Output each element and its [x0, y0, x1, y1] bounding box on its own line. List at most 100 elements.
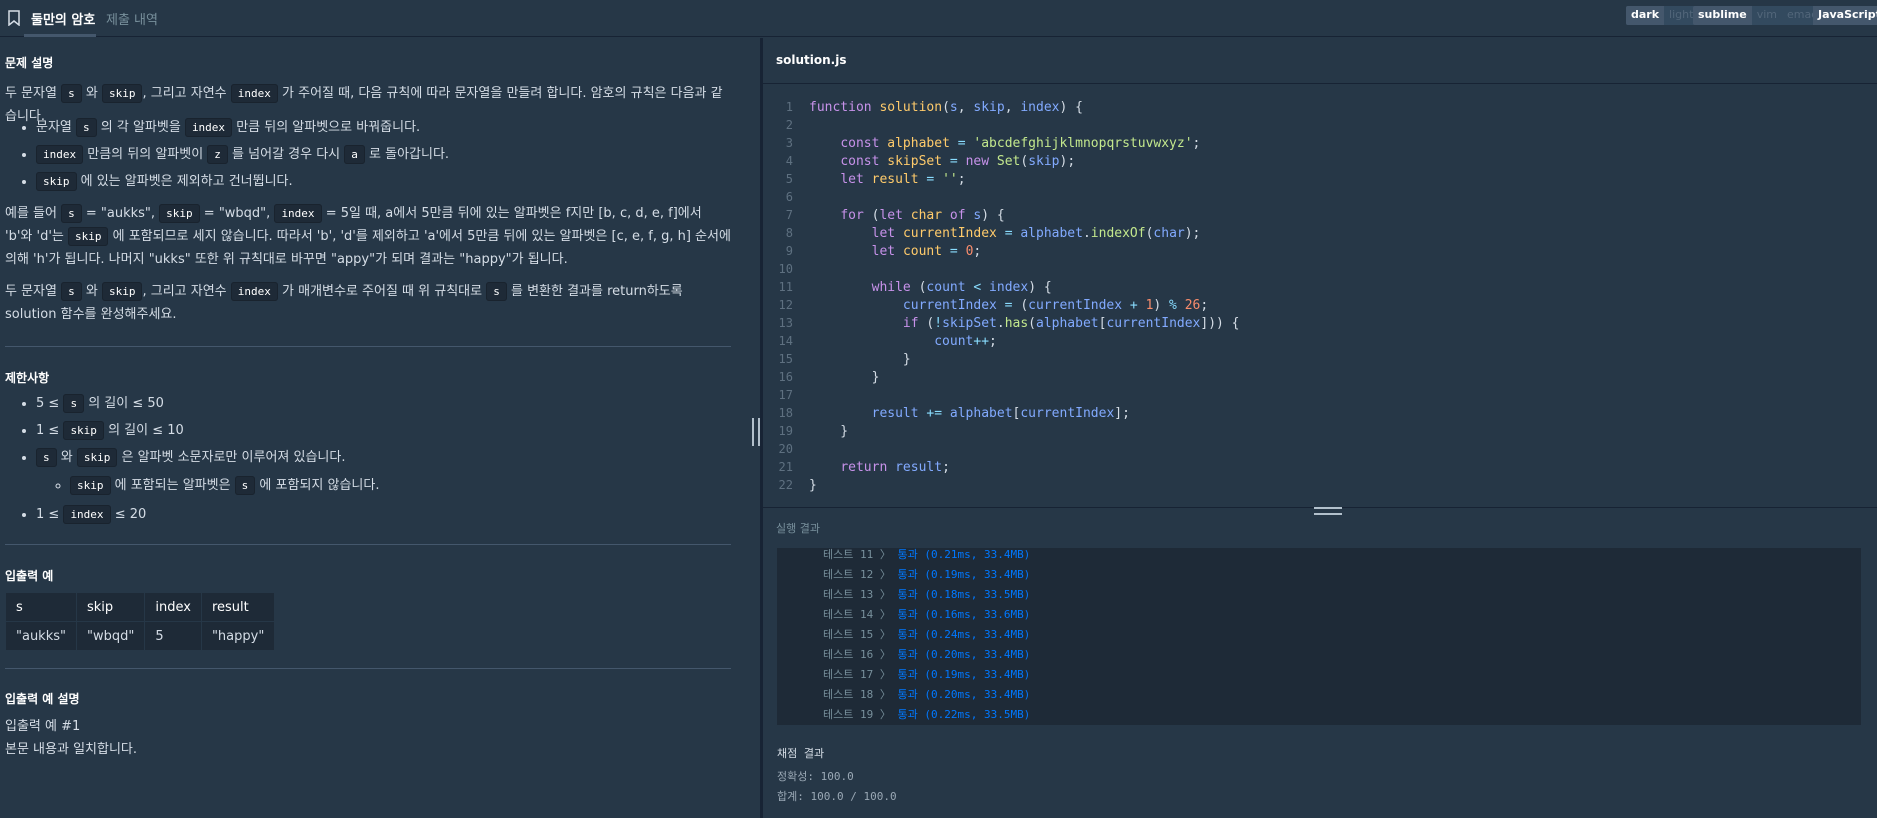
- line-number: 1: [785, 100, 793, 114]
- vertical-resize-handle-icon[interactable]: [1314, 507, 1342, 515]
- code-index: index: [274, 204, 322, 223]
- text: 문자열: [36, 120, 77, 135]
- code-text: const skipSet = new Set(skip);: [840, 154, 1076, 169]
- io-explain-body: 입출력 예 #1 본문 내용과 일치합니다.: [5, 715, 731, 761]
- code-text: }: [809, 352, 911, 367]
- text: 를 넘어갈 경우 다시: [227, 147, 345, 162]
- table-cell: "wbqd": [75, 621, 146, 651]
- list-item: skip 에 포함되는 알파벳은 s 에 포함되지 않습니다.: [70, 471, 736, 501]
- code-skip: skip: [76, 448, 118, 467]
- problem-title-tab[interactable]: 둘만의 암호: [31, 9, 95, 28]
- table-header: index: [144, 592, 202, 622]
- line-number: 13: [778, 316, 793, 330]
- test-label: 테스트 16 〉: [823, 648, 891, 661]
- section-title-description: 문제 설명: [5, 56, 54, 70]
- code-skip: skip: [67, 227, 109, 246]
- code-text: }: [809, 478, 817, 493]
- code-editor[interactable]: 1 function solution(s, skip, index) { 2 3…: [763, 84, 1877, 504]
- test-status: 통과 (0.20ms, 33.4MB): [897, 688, 1031, 701]
- result-line: 테스트 16 〉 통과 (0.20ms, 33.4MB): [823, 646, 1030, 662]
- code-text: let count = 0;: [871, 244, 982, 259]
- io-explain-sub: 입출력 예 #1: [5, 719, 81, 734]
- resize-handle-icon[interactable]: [752, 418, 760, 446]
- text: 예를 들어: [5, 206, 62, 221]
- text: 와: [81, 284, 102, 299]
- text: 로 돌아갑니다.: [364, 147, 450, 162]
- result-line: 테스트 18 〉 통과 (0.20ms, 33.4MB): [823, 686, 1030, 702]
- code-skip: skip: [159, 204, 200, 223]
- line-number: 9: [785, 244, 793, 258]
- text: 에 포함되지 않습니다.: [255, 478, 380, 493]
- theme-dark-button[interactable]: dark: [1626, 6, 1665, 25]
- test-label: 테스트 18 〉: [823, 688, 891, 701]
- list-item: index 만큼의 뒤의 알파벳이 z 를 넘어갈 경우 다시 a 로 돌아갑니…: [36, 141, 736, 168]
- line-number: 5: [785, 172, 793, 186]
- nested-list: skip 에 포함되는 알파벳은 s 에 포함되지 않습니다.: [70, 471, 736, 501]
- code-index: index: [184, 118, 233, 137]
- theme-toggle: dark light: [1626, 6, 1699, 25]
- code-skip: skip: [101, 282, 143, 301]
- test-status: 통과 (0.24ms, 33.4MB): [897, 628, 1031, 641]
- text: 가 매개변수로 주어질 때 위 규칙대로: [277, 284, 487, 299]
- code-skip: skip: [70, 476, 111, 495]
- test-label: 테스트 17 〉: [823, 668, 891, 681]
- code-index: index: [36, 145, 84, 164]
- test-status: 통과 (0.18ms, 33.5MB): [897, 588, 1031, 601]
- language-select[interactable]: JavaScript ▾: [1813, 6, 1877, 25]
- table-cell: "aukks": [5, 621, 77, 651]
- text: 두 문자열: [5, 284, 62, 299]
- line-number: 6: [785, 190, 793, 204]
- code-index: index: [230, 282, 278, 301]
- test-status: 통과 (0.19ms, 33.4MB): [897, 668, 1031, 681]
- code-s: s: [61, 84, 82, 103]
- bookmark-icon[interactable]: [8, 10, 20, 26]
- code-text: return result;: [840, 460, 950, 475]
- problem-panel: 문제 설명 두 문자열 s 와 skip, 그리고 자연수 index 가 주어…: [0, 38, 748, 818]
- line-number: 21: [778, 460, 793, 474]
- divider: [5, 346, 731, 347]
- test-status: 통과 (0.20ms, 33.4MB): [897, 648, 1031, 661]
- results-output[interactable]: 테스트 11 〉 통과 (0.21ms, 33.4MB) 테스트 12 〉 통과…: [777, 548, 1861, 725]
- result-line: 테스트 17 〉 통과 (0.19ms, 33.4MB): [823, 666, 1030, 682]
- text: 의 각 알파벳을: [96, 120, 185, 135]
- test-status: 통과 (0.16ms, 33.6MB): [897, 608, 1031, 621]
- keymap-sublime-button[interactable]: sublime: [1693, 6, 1752, 25]
- constraints-list: 5 ≤ s 의 길이 ≤ 50 1 ≤ skip 의 길이 ≤ 10 s 와 s…: [36, 390, 736, 528]
- section-title-io: 입출력 예: [5, 569, 54, 583]
- line-number: 19: [778, 424, 793, 438]
- list-item: s 와 skip 은 알파벳 소문자로만 이루어져 있습니다. skip 에 포…: [36, 444, 736, 501]
- table-cell: "happy": [200, 621, 276, 651]
- line-number: 2: [785, 118, 793, 132]
- text: , 그리고 자연수: [142, 86, 231, 101]
- test-status: 통과 (0.22ms, 33.5MB): [897, 708, 1031, 721]
- submission-history-tab[interactable]: 제출 내역: [106, 9, 158, 28]
- table-header-row: s skip index result: [5, 592, 276, 622]
- code-text: if (!skipSet.has(alphabet[currentIndex])…: [902, 316, 1240, 331]
- text: 의 길이 ≤ 10: [103, 423, 184, 438]
- code-text: result += alphabet[currentIndex];: [871, 406, 1130, 421]
- line-number: 22: [778, 478, 793, 492]
- result-line: 테스트 14 〉 통과 (0.16ms, 33.6MB): [823, 606, 1030, 622]
- code-text: }: [809, 424, 849, 439]
- code-text: count++;: [934, 334, 997, 349]
- test-label: 테스트 11 〉: [823, 548, 891, 561]
- code-s: s: [63, 394, 85, 413]
- line-number: 16: [778, 370, 793, 384]
- rules-list: 문자열 s 의 각 알파벳을 index 만큼 뒤의 알파벳으로 바꿔줍니다. …: [36, 114, 736, 195]
- line-number: 11: [778, 280, 793, 294]
- line-number: 18: [778, 406, 793, 420]
- grading-accuracy: 정확성: 100.0: [777, 770, 854, 783]
- test-status: 통과 (0.19ms, 33.4MB): [897, 568, 1031, 581]
- line-number: 15: [778, 352, 793, 366]
- code-text: while (count < index) {: [871, 280, 1052, 295]
- io-explain-text: 본문 내용과 일치합니다.: [5, 742, 137, 757]
- list-item: 문자열 s 의 각 알파벳을 index 만큼 뒤의 알파벳으로 바꿔줍니다.: [36, 114, 736, 141]
- keymap-vim-button[interactable]: vim: [1752, 6, 1782, 25]
- divider: [5, 544, 731, 545]
- file-tab[interactable]: solution.js: [776, 53, 847, 67]
- code-s: s: [61, 204, 82, 223]
- grading-title: 채점 결과: [777, 747, 825, 760]
- code-skip: skip: [101, 84, 143, 103]
- divider: [5, 668, 731, 669]
- code-text: let currentIndex = alphabet.indexOf(char…: [871, 226, 1201, 241]
